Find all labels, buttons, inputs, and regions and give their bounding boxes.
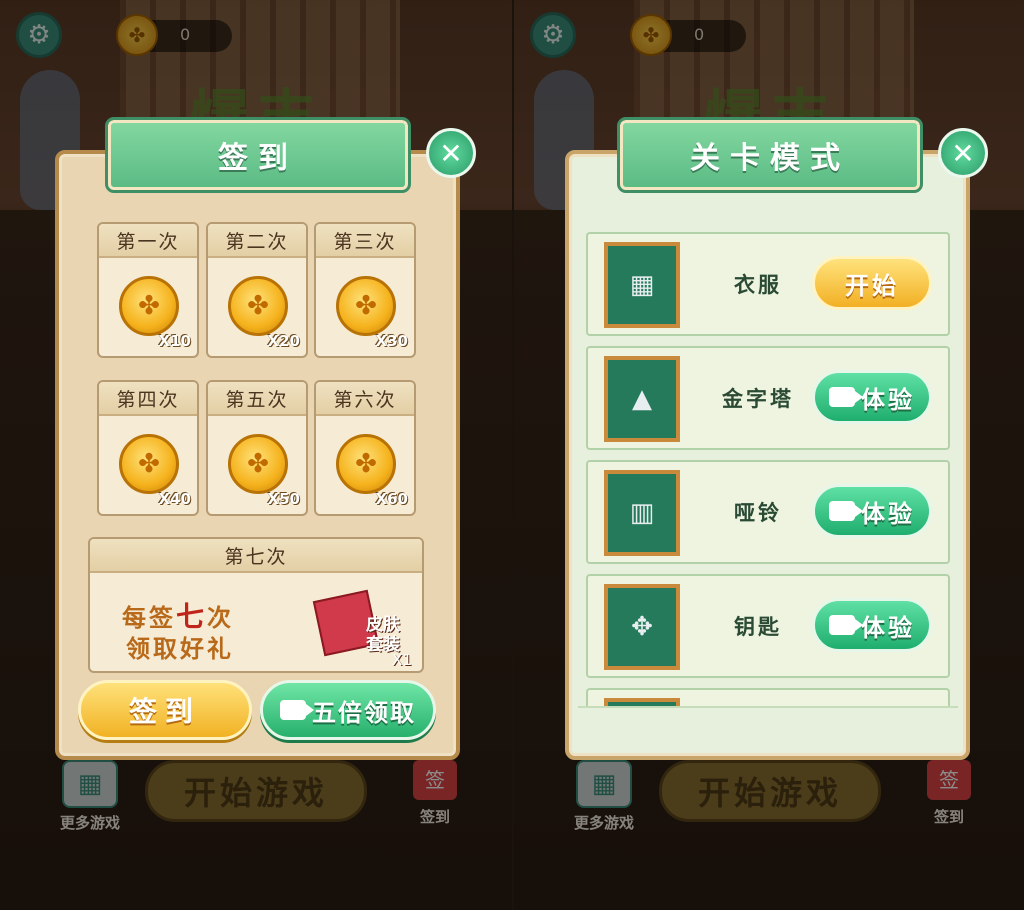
coin-icon: ✤	[228, 434, 288, 494]
signin-close-button[interactable]: ✕	[426, 128, 476, 178]
coin-icon: ✤	[228, 276, 288, 336]
day-label: 第二次	[208, 224, 306, 258]
level-list[interactable]: ▦ 衣服 开始 ▲ 金字塔 体验 ▥ 哑铃 体验 ✥ 钥匙 体验	[586, 228, 950, 706]
level-row[interactable]	[586, 688, 950, 706]
signin-day-card[interactable]: 第六次 ✤ X60	[314, 380, 416, 516]
level-close-button[interactable]: ✕	[938, 128, 988, 178]
level-mode-title: 关卡模式	[617, 117, 923, 193]
level-list-footer	[578, 706, 958, 750]
day-label: 第七次	[90, 539, 422, 573]
level-thumbnail: ✥	[604, 584, 680, 670]
day-label: 第一次	[99, 224, 197, 258]
signin-title: 签到	[105, 117, 411, 193]
video-icon	[280, 700, 314, 720]
level-thumbnail: ▥	[604, 470, 680, 556]
day-label: 第三次	[316, 224, 414, 258]
level-thumbnail: ▦	[604, 242, 680, 328]
level-trial-button[interactable]: 体验	[812, 598, 932, 652]
five-times-label: 五倍领取	[312, 697, 416, 727]
signin-day-card[interactable]: 第五次 ✤ X50	[206, 380, 308, 516]
reward-quantity: X60	[375, 490, 408, 508]
video-icon	[829, 615, 863, 635]
day-label: 第五次	[208, 382, 306, 416]
level-start-button[interactable]: 开始	[812, 256, 932, 310]
day7-text: 每签	[122, 603, 176, 632]
signin-day-card[interactable]: 第四次 ✤ X40	[97, 380, 199, 516]
five-times-claim-button[interactable]: 五倍领取	[260, 680, 436, 740]
gift-quantity: X1	[392, 651, 412, 669]
level-name: 金字塔	[722, 386, 794, 411]
close-icon: ✕	[951, 136, 975, 170]
coin-icon: ✤	[119, 276, 179, 336]
close-icon: ✕	[439, 136, 463, 170]
video-icon	[829, 501, 863, 521]
reward-quantity: X30	[375, 332, 408, 350]
level-trial-button[interactable]: 体验	[812, 484, 932, 538]
level-name: 哑铃	[734, 500, 782, 525]
level-thumbnail	[604, 698, 680, 706]
level-trial-label: 体验	[861, 384, 915, 414]
level-row[interactable]: ✥ 钥匙 体验	[586, 574, 950, 678]
signin-day-card[interactable]: 第一次 ✤ X10	[97, 222, 199, 358]
signin-day-card[interactable]: 第三次 ✤ X30	[314, 222, 416, 358]
level-row[interactable]: ▲ 金字塔 体验	[586, 346, 950, 450]
day7-text: 次	[207, 603, 235, 632]
coin-icon: ✤	[119, 434, 179, 494]
day-label: 第六次	[316, 382, 414, 416]
level-name: 衣服	[734, 272, 782, 297]
level-row[interactable]: ▥ 哑铃 体验	[586, 460, 950, 564]
gift-box-icon: 皮肤套装 X1	[306, 585, 412, 669]
level-name: 钥匙	[734, 614, 782, 639]
coin-icon: ✤	[336, 276, 396, 336]
level-trial-button[interactable]: 体验	[812, 370, 932, 424]
day-label: 第四次	[99, 382, 197, 416]
level-row[interactable]: ▦ 衣服 开始	[586, 232, 950, 336]
video-icon	[829, 387, 863, 407]
reward-quantity: X50	[267, 490, 300, 508]
level-trial-label: 体验	[861, 498, 915, 528]
signin-day7-card[interactable]: 第七次 每签七次 领取好礼 皮肤套装 X1	[88, 537, 424, 673]
gift-name: 皮肤套装	[366, 615, 400, 655]
level-trial-label: 体验	[861, 612, 915, 642]
reward-quantity: X20	[267, 332, 300, 350]
reward-quantity: X10	[158, 332, 191, 350]
day7-message-line2: 领取好礼	[126, 634, 234, 663]
sign-button[interactable]: 签到	[78, 680, 252, 740]
reward-quantity: X40	[158, 490, 191, 508]
signin-day-card[interactable]: 第二次 ✤ X20	[206, 222, 308, 358]
level-thumbnail: ▲	[604, 356, 680, 442]
coin-icon: ✤	[336, 434, 396, 494]
